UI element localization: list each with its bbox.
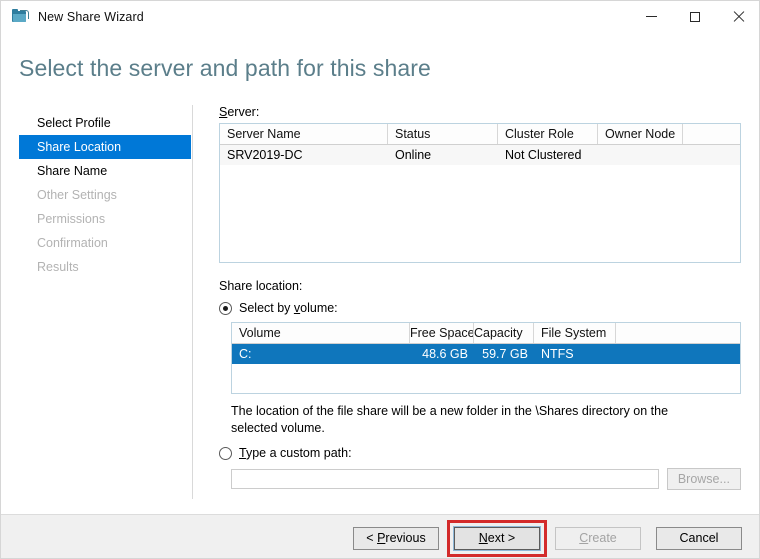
cancel-button[interactable]: Cancel (656, 527, 742, 550)
minimize-button[interactable] (629, 1, 673, 32)
cell-status: Online (395, 148, 432, 162)
close-icon (733, 11, 745, 23)
cell-volume: C: (239, 347, 252, 361)
column-header-free-space[interactable]: Free Space (410, 323, 474, 343)
maximize-button[interactable] (673, 1, 717, 32)
sidebar-item-share-location[interactable]: Share Location (19, 135, 191, 159)
radio-button-volume-icon[interactable] (219, 301, 232, 315)
radio-select-by-volume[interactable]: Select by volume: (219, 299, 741, 317)
radio-button-custom-path-icon[interactable] (219, 446, 232, 460)
footer-buttons: < Previous Next > Create Cancel (338, 520, 742, 557)
sidebar-item-share-name[interactable]: Share Name (19, 159, 191, 183)
cell-filler (683, 145, 740, 165)
footer-bar: < Previous Next > Create Cancel (1, 515, 759, 558)
main-content: Server: Server Name Status Cluster Role … (219, 105, 741, 490)
column-header-cluster-role[interactable]: Cluster Role (498, 124, 598, 144)
share-location-label: Share location: (219, 279, 303, 293)
column-header-server-name[interactable]: Server Name (220, 124, 388, 144)
close-button[interactable] (717, 1, 759, 32)
server-table-header: Server Name Status Cluster Role Owner No… (220, 124, 740, 145)
volume-table[interactable]: Volume Free Space Capacity File System C… (231, 322, 741, 394)
server-table[interactable]: Server Name Status Cluster Role Owner No… (219, 123, 741, 263)
column-header-capacity[interactable]: Capacity (474, 323, 534, 343)
page-title: Select the server and path for this shar… (19, 55, 431, 81)
next-button-wrapper: Next > (447, 520, 547, 557)
cell-capacity: 59.7 GB (482, 347, 528, 361)
sidebar-item-permissions: Permissions (37, 212, 106, 226)
column-header-owner-node[interactable]: Owner Node (598, 124, 683, 144)
volume-table-header: Volume Free Space Capacity File System (232, 323, 740, 344)
share-folder-icon (12, 8, 29, 25)
cell-cluster-role: Not Clustered (505, 148, 582, 162)
sidebar-item-confirmation: Confirmation (37, 236, 108, 250)
wizard-steps-nav: Select Profile Share Location Share Name… (19, 111, 191, 279)
column-header-volume[interactable]: Volume (232, 323, 410, 343)
window-title: New Share Wizard (38, 9, 144, 24)
radio-custom-path[interactable]: Type a custom path: Browse... (219, 444, 741, 490)
sidebar-item-other-settings: Other Settings (37, 188, 117, 202)
share-location-section: Share location: Select by volume: Volume… (219, 279, 741, 490)
table-row[interactable]: SRV2019-DC Online Not Clustered (220, 145, 740, 165)
new-share-wizard-window: New Share Wizard Select the server and p… (0, 0, 760, 559)
column-header-filler (683, 124, 740, 144)
radio-select-by-volume-label: Select by volume: (239, 301, 338, 315)
cell-file-system: NTFS (541, 347, 574, 361)
next-button[interactable]: Next > (453, 526, 541, 551)
cell-free-space: 48.6 GB (422, 347, 468, 361)
title-bar: New Share Wizard (1, 1, 759, 32)
cell-owner-node (598, 145, 683, 165)
minimize-icon (645, 16, 657, 17)
browse-button: Browse... (666, 468, 741, 490)
share-location-hint: The location of the file share will be a… (231, 404, 669, 435)
cell-server-name: SRV2019-DC (227, 148, 303, 162)
column-header-file-system[interactable]: File System (534, 323, 616, 343)
sidebar-item-results: Results (37, 260, 79, 274)
server-label: Server: (219, 105, 260, 119)
maximize-icon (690, 11, 700, 22)
sidebar-divider (192, 105, 193, 499)
previous-button[interactable]: < Previous (353, 527, 439, 550)
table-row[interactable]: C: 48.6 GB 59.7 GB NTFS (232, 344, 740, 364)
column-header-status[interactable]: Status (388, 124, 498, 144)
custom-path-input[interactable] (231, 469, 659, 489)
create-button: Create (555, 527, 641, 550)
column-header-filler-volume (616, 323, 740, 343)
window-controls (629, 1, 759, 32)
radio-custom-path-label: Type a custom path: (239, 446, 352, 460)
sidebar-item-select-profile[interactable]: Select Profile (19, 111, 191, 135)
cell-filler-volume (616, 344, 740, 364)
